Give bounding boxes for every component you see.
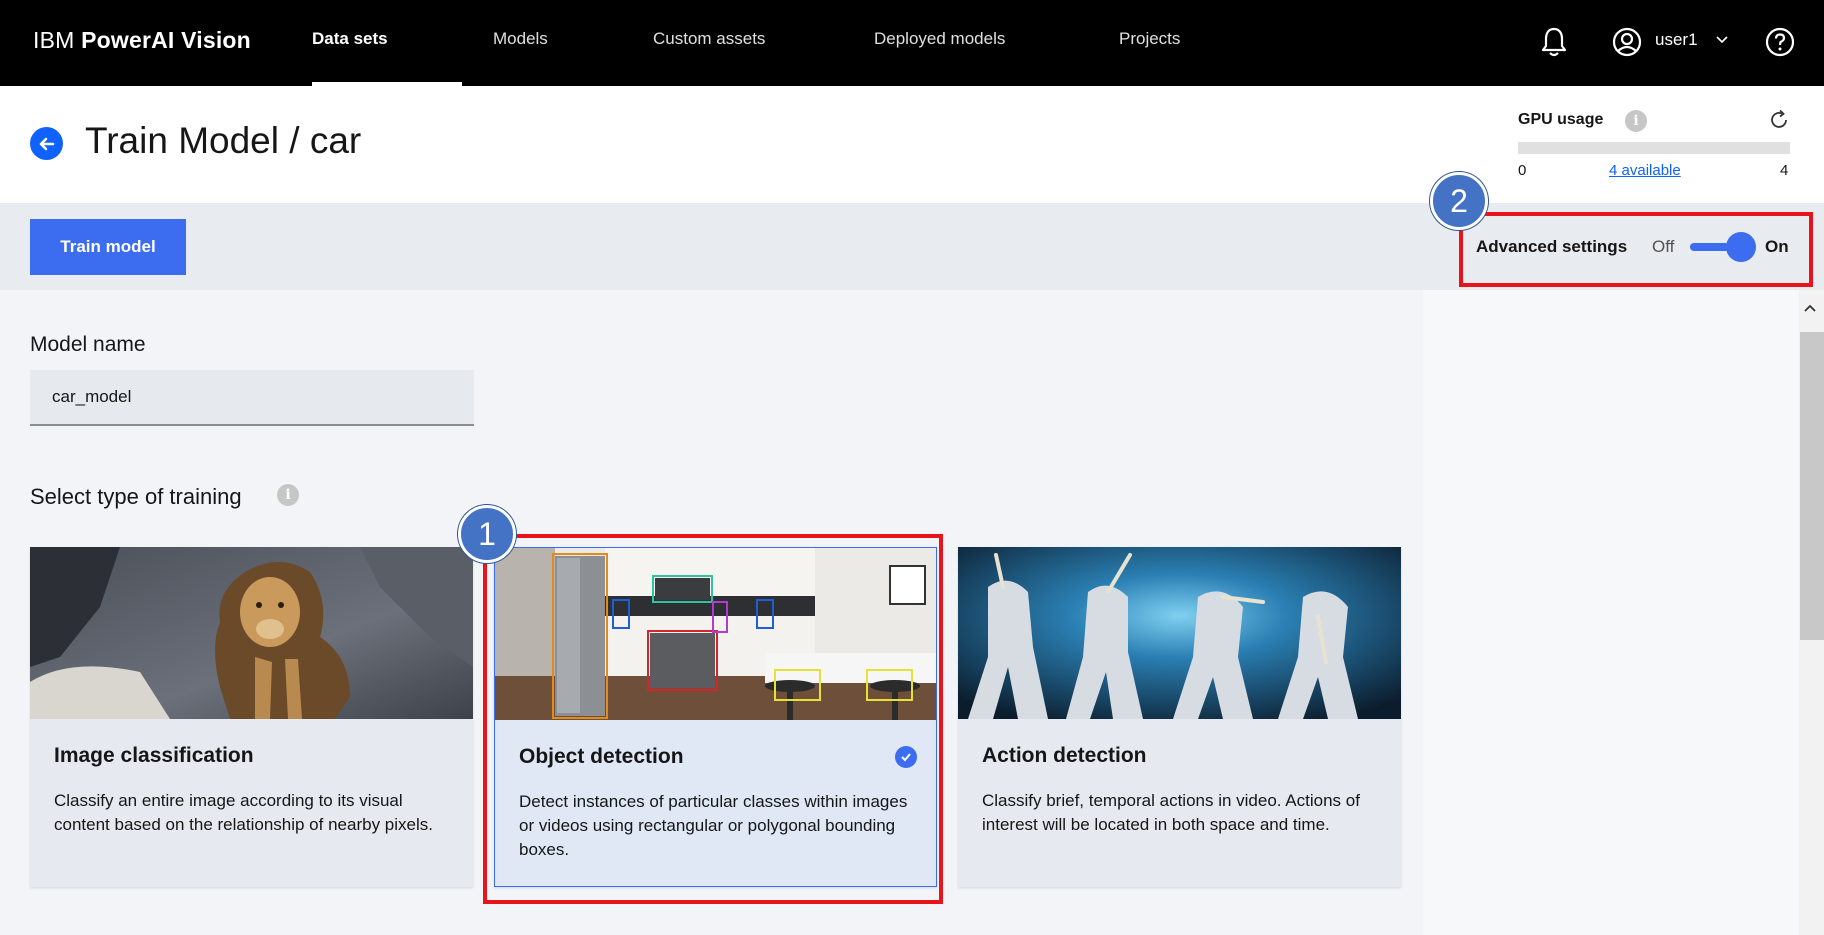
right-panel	[1423, 290, 1799, 935]
brand-prefix: IBM	[33, 27, 75, 53]
info-icon[interactable]: i	[1625, 110, 1647, 132]
refresh-icon[interactable]	[1767, 108, 1791, 137]
nav-deployed-models[interactable]: Deployed models	[874, 29, 1005, 49]
card-image-classification[interactable]: Image classification Classify an entire …	[30, 547, 473, 887]
callout-highlight-advanced-settings	[1459, 212, 1813, 287]
back-arrow-icon[interactable]	[30, 127, 63, 160]
user-name[interactable]: user1	[1655, 30, 1698, 50]
gpu-max-value: 4	[1780, 162, 1789, 179]
train-model-button[interactable]: Train model	[30, 219, 186, 275]
top-nav-bar: IBM PowerAI Vision Data sets Models Cust…	[0, 0, 1824, 86]
gpu-min-value: 0	[1518, 162, 1527, 179]
scrollbar-thumb[interactable]	[1800, 332, 1824, 640]
chevron-down-icon[interactable]	[1714, 31, 1730, 52]
info-icon[interactable]: i	[277, 484, 299, 506]
gpu-available-link[interactable]: 4 available	[1609, 162, 1681, 179]
scroll-up-icon[interactable]	[1803, 300, 1817, 318]
card-title: Action detection	[982, 744, 1147, 767]
app-brand[interactable]: IBM PowerAI Vision	[33, 27, 251, 54]
brand-name: PowerAI Vision	[81, 27, 251, 53]
user-icon[interactable]	[1607, 22, 1647, 62]
nav-models[interactable]: Models	[493, 29, 548, 49]
card-description: Classify an entire image according to it…	[54, 791, 433, 834]
training-type-label: Select type of training	[30, 484, 242, 509]
nav-custom-assets[interactable]: Custom assets	[653, 29, 765, 49]
bell-icon[interactable]	[1534, 22, 1574, 62]
card-description: Classify brief, temporal actions in vide…	[982, 791, 1360, 834]
lion-image	[30, 547, 473, 719]
model-name-input[interactable]	[30, 370, 474, 426]
baseball-image	[958, 547, 1401, 719]
gpu-usage-bar	[1518, 142, 1790, 154]
nav-data-sets[interactable]: Data sets	[312, 29, 388, 49]
callout-highlight-object-detection	[483, 534, 943, 904]
page-title: Train Model / car	[85, 120, 362, 161]
model-name-label: Model name	[30, 333, 146, 356]
card-title: Image classification	[54, 744, 254, 767]
card-action-detection[interactable]: Action detection Classify brief, tempora…	[958, 547, 1401, 887]
gpu-usage-label: GPU usage	[1518, 111, 1604, 128]
nav-projects[interactable]: Projects	[1119, 29, 1180, 49]
callout-badge-2: 2	[1430, 172, 1488, 230]
help-icon[interactable]	[1760, 22, 1800, 62]
callout-badge-1: 1	[458, 505, 516, 563]
